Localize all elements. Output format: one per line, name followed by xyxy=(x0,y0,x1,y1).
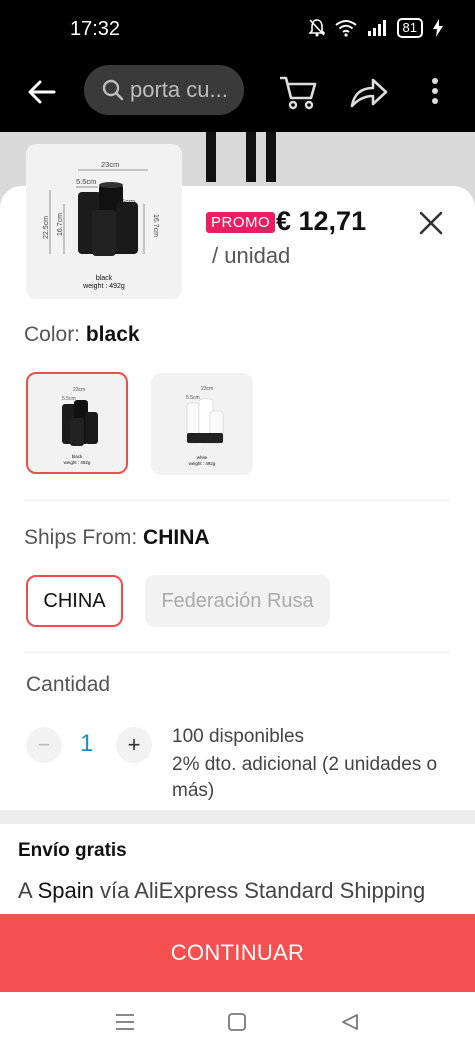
mute-bell-icon xyxy=(308,19,325,37)
white-holder-image: 23cm 5.5cm white weight : 492g xyxy=(186,386,224,466)
back-triangle-icon[interactable] xyxy=(340,1012,360,1032)
option-white-weight: weight : 492g xyxy=(189,461,216,466)
charging-icon xyxy=(433,19,443,37)
quantity-label: Cantidad xyxy=(26,673,111,696)
signal-icon xyxy=(367,20,386,36)
search-icon xyxy=(102,79,124,101)
shipping-country: Spain xyxy=(37,878,94,903)
app-header: porta cu... xyxy=(0,62,475,132)
shipping-method: vía AliExpress Standard Shipping xyxy=(93,878,426,903)
ships-from-option-russia[interactable]: Federación Rusa xyxy=(145,575,330,627)
more-options-icon[interactable] xyxy=(430,76,440,106)
shipping-prefix: A xyxy=(18,878,38,903)
menu-icon[interactable] xyxy=(114,1012,136,1032)
wifi-icon xyxy=(334,20,357,37)
color-value: black xyxy=(85,323,140,346)
product-photo xyxy=(200,132,280,192)
svg-text:5.5cm: 5.5cm xyxy=(186,395,200,401)
stock-info: 100 disponibles 2% dto. adicional (2 uni… xyxy=(172,724,452,804)
ships-from-label-text: Ships From: xyxy=(24,526,144,549)
svg-text:23cm: 23cm xyxy=(73,387,85,393)
option-white-name: white xyxy=(197,455,208,460)
back-arrow-icon[interactable] xyxy=(26,76,58,108)
option-black-name: black xyxy=(72,454,83,459)
promo-badge: PROMO xyxy=(206,212,276,233)
svg-text:23cm: 23cm xyxy=(201,386,213,392)
quantity-value[interactable]: 1 xyxy=(80,730,93,758)
battery-indicator: 81 xyxy=(396,18,423,38)
ships-from-option-china[interactable]: CHINA xyxy=(26,575,123,627)
weight-caption: weight : 492g xyxy=(82,283,125,290)
svg-text:5.5cm: 5.5cm xyxy=(62,396,76,402)
dim-height-inner: 16.7cm xyxy=(57,213,64,236)
status-time: 17:32 xyxy=(70,18,121,40)
dim-height-outer: 22.5cm xyxy=(43,216,50,239)
close-icon[interactable] xyxy=(416,208,446,238)
share-icon[interactable] xyxy=(349,76,389,110)
price-unit: / unidad xyxy=(212,243,291,268)
product-diagram: 23cm 5.5cm 5cm 22.5cm 16.7cm 16.7cm blac… xyxy=(43,160,159,290)
shipping-title: Envío gratis xyxy=(18,840,127,861)
variant-caption: black xyxy=(96,275,113,282)
status-icons: 81 xyxy=(308,18,443,38)
section-separator xyxy=(0,810,475,824)
color-option-white[interactable]: 23cm 5.5cm white weight : 492g xyxy=(151,373,253,475)
continue-button[interactable]: CONTINUAR xyxy=(0,914,475,992)
color-label-text: Color: xyxy=(24,323,86,346)
status-bar: 17:32 81 xyxy=(0,0,475,62)
quantity-decrease-button[interactable]: − xyxy=(26,727,62,763)
cart-icon[interactable] xyxy=(278,72,318,112)
selected-variant-image: 23cm 5.5cm 5cm 22.5cm 16.7cm 16.7cm blac… xyxy=(26,144,182,299)
dim-width: 23cm xyxy=(101,160,119,169)
stock-available: 100 disponibles xyxy=(172,726,305,747)
ships-from-label: Ships From: CHINA xyxy=(24,526,210,550)
color-label: Color: black xyxy=(24,323,140,347)
color-option-black[interactable]: 23cm 5.5cm black weight : 492g xyxy=(26,372,128,474)
search-input[interactable]: porta cu... xyxy=(84,65,244,115)
home-icon[interactable] xyxy=(227,1012,247,1032)
system-nav-bar xyxy=(0,992,475,1056)
divider xyxy=(24,652,451,653)
shipping-description: A Spain vía AliExpress Standard Shipping xyxy=(18,878,425,904)
price-value: € 12,71 xyxy=(276,206,367,236)
ships-from-value: CHINA xyxy=(143,526,210,549)
black-holder-image: 23cm 5.5cm black weight : 492g xyxy=(62,387,98,465)
quantity-increase-button[interactable]: + xyxy=(116,727,152,763)
divider xyxy=(24,500,451,501)
search-placeholder: porta cu... xyxy=(130,77,228,102)
dim-side-height: 16.7cm xyxy=(152,214,159,237)
option-black-weight: weight : 492g xyxy=(64,460,91,465)
bulk-discount: 2% dto. adicional (2 unidades o más) xyxy=(172,754,438,801)
dim-depth: 5.5cm xyxy=(76,177,96,186)
